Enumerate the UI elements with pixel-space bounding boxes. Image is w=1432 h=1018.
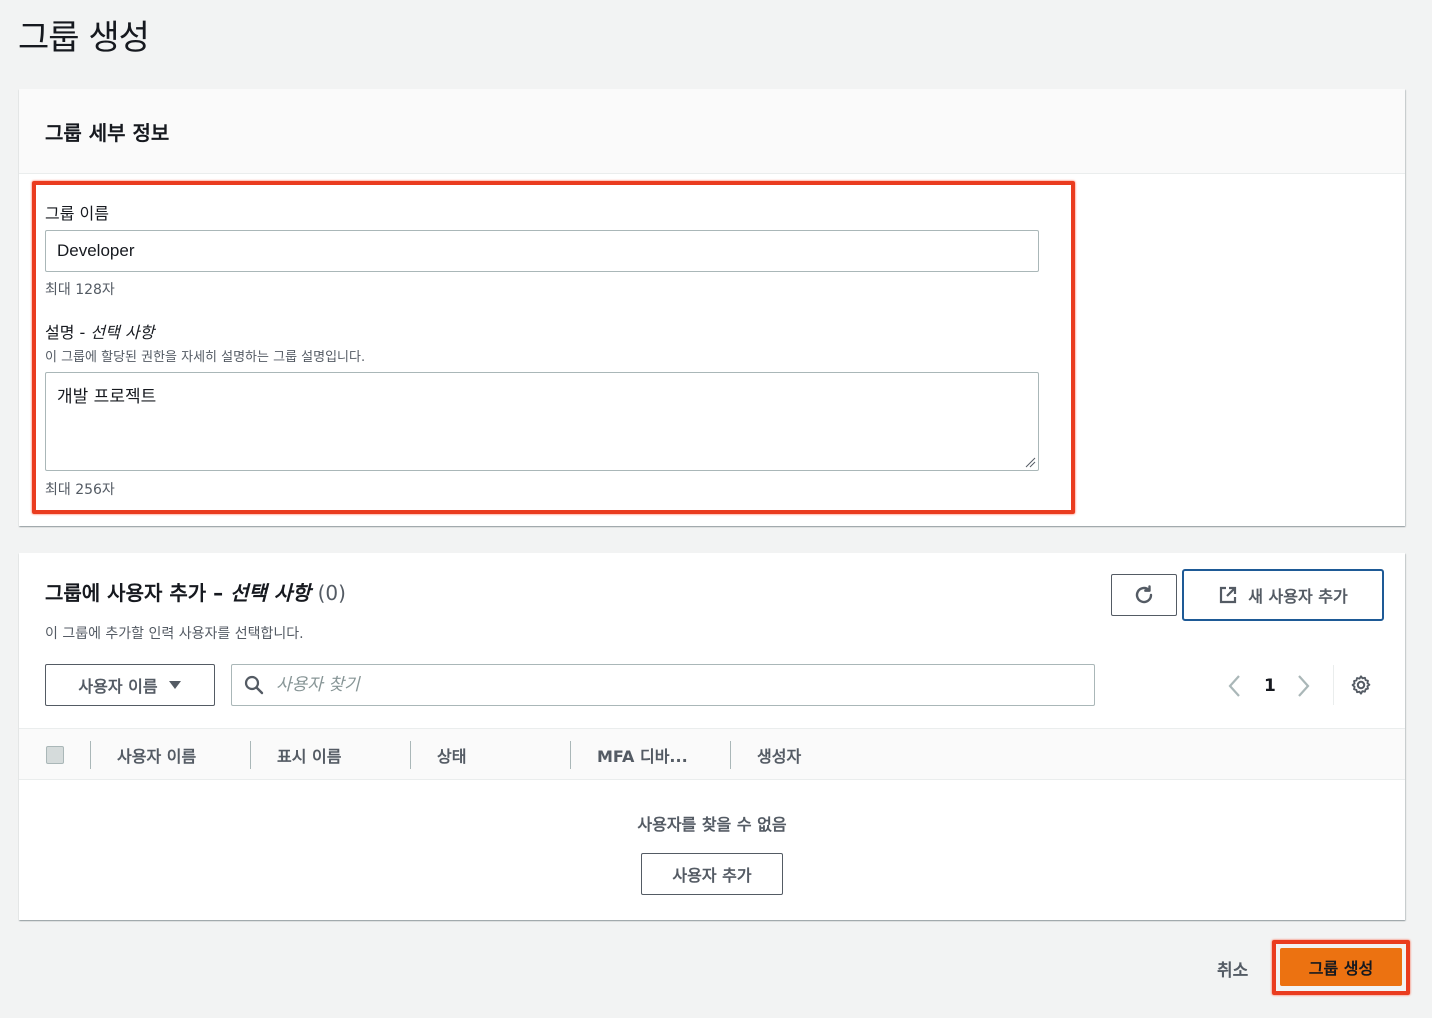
cancel-button[interactable]: 취소: [1217, 956, 1248, 981]
group-details-panel: 그룹 세부 정보 그룹 이름 Developer 최대 128자 설명 - 선택…: [19, 89, 1405, 526]
group-name-constraint: 최대 128자: [45, 282, 115, 298]
user-table-header: 사용자 이름 표시 이름 상태 MFA 디바... 생성자: [19, 728, 1405, 780]
add-users-subtitle: 이 그룹에 추가할 인력 사용자를 선택합니다.: [45, 626, 304, 642]
group-name-input[interactable]: Developer: [45, 230, 1039, 272]
create-group-button[interactable]: 그룹 생성: [1280, 948, 1402, 986]
next-page-icon[interactable]: [1293, 672, 1313, 700]
column-separator: [250, 741, 251, 769]
description-label-separator: -: [74, 323, 91, 342]
group-name-label: 그룹 이름: [45, 204, 109, 223]
group-details-header: 그룹 세부 정보: [19, 89, 1405, 174]
new-user-button-label: 새 사용자 추가: [1248, 587, 1348, 606]
add-user-button-label: 사용자 추가: [672, 866, 752, 885]
add-users-optional-label: 선택 사항: [230, 581, 311, 605]
external-link-icon: [1220, 586, 1237, 604]
settings-gear-icon[interactable]: [1350, 674, 1372, 696]
refresh-icon: [1135, 585, 1153, 604]
select-all-checkbox[interactable]: [46, 746, 64, 764]
user-count: (0): [317, 581, 346, 605]
add-users-title: 그룹에 사용자 추가 – 선택 사항 (0): [45, 577, 346, 606]
column-separator: [90, 741, 91, 769]
empty-state-text: 사용자를 찾을 수 없음: [637, 815, 787, 834]
resize-handle-icon[interactable]: [1024, 456, 1036, 468]
pagination: 1: [1225, 671, 1313, 701]
add-user-button[interactable]: 사용자 추가: [641, 853, 783, 895]
previous-page-icon[interactable]: [1225, 672, 1245, 700]
description-optional-label: 선택 사항: [90, 323, 155, 342]
column-separator: [730, 741, 731, 769]
column-separator: [570, 741, 571, 769]
description-value: 개발 프로젝트: [57, 387, 157, 407]
group-name-value: Developer: [57, 241, 135, 260]
new-user-button[interactable]: 새 사용자 추가: [1182, 569, 1384, 621]
filter-property-select[interactable]: 사용자 이름: [45, 664, 215, 706]
page-title: 그룹 생성: [18, 18, 150, 58]
filter-property-value: 사용자 이름: [78, 677, 158, 696]
pagination-divider: [1333, 665, 1334, 705]
add-users-title-text: 그룹에 사용자 추가 –: [45, 581, 231, 605]
column-header-status[interactable]: 상태: [437, 729, 466, 781]
user-search-box[interactable]: [231, 664, 1095, 706]
description-help-text: 이 그룹에 할당된 권한을 자세히 설명하는 그룹 설명입니다.: [45, 350, 366, 365]
column-header-username[interactable]: 사용자 이름: [117, 729, 196, 781]
description-label: 설명 - 선택 사항: [45, 319, 154, 343]
description-constraint: 최대 256자: [45, 482, 115, 498]
refresh-button[interactable]: [1111, 574, 1177, 616]
description-textarea[interactable]: 개발 프로젝트: [45, 372, 1039, 471]
description-label-text: 설명: [45, 323, 75, 342]
caret-down-icon: [168, 681, 181, 689]
column-header-created-by[interactable]: 생성자: [757, 729, 801, 781]
current-page-number[interactable]: 1: [1264, 676, 1276, 696]
add-users-panel: 그룹에 사용자 추가 – 선택 사항 (0) 이 그룹에 추가할 인력 사용자를…: [19, 553, 1405, 920]
user-search-input[interactable]: [276, 675, 1056, 695]
group-details-title: 그룹 세부 정보: [45, 121, 170, 145]
search-icon: [244, 675, 264, 695]
column-header-display-name[interactable]: 표시 이름: [277, 729, 341, 781]
column-header-mfa[interactable]: MFA 디바...: [597, 729, 688, 781]
column-separator: [410, 741, 411, 769]
